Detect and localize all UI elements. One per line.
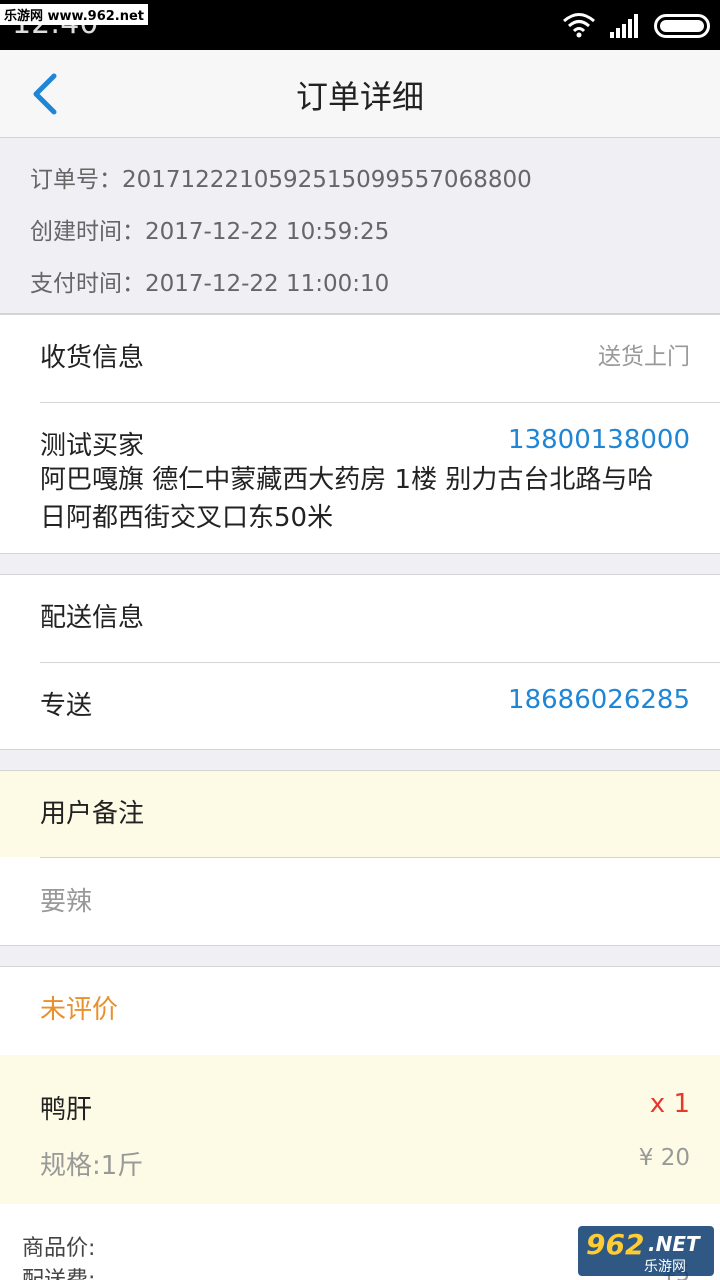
- goods-qty: x 1: [649, 1089, 690, 1119]
- goods-name: 鸭肝: [40, 1095, 93, 1125]
- review-status[interactable]: 未评价: [40, 989, 690, 1026]
- watermark-logo-text: 乐游网: [644, 1259, 686, 1275]
- goods-item: 鸭肝 x 1 规格:1斤 ¥ 20: [0, 1055, 720, 1205]
- divider: [40, 402, 720, 403]
- shipping-card: 收货信息 送货上门 测试买家 13800138000 阿巴嘎旗 德仁中蒙藏西大药…: [0, 314, 720, 554]
- page-title: 订单详细: [295, 78, 424, 116]
- delivery-title: 配送信息: [40, 603, 145, 633]
- remark-card: 用户备注 要辣: [0, 770, 720, 946]
- divider: [40, 662, 720, 663]
- battery-icon: [654, 14, 710, 38]
- goods-card: 未评价 鸭肝 x 1 规格:1斤 ¥ 20: [0, 966, 720, 1205]
- order-info-section: 订单号：20171222105925150995570688​00 创建时间：2…: [0, 138, 720, 314]
- watermark-text: 乐游网 www.962.net: [0, 4, 149, 25]
- divider: [40, 857, 720, 858]
- signal-icon: [610, 14, 638, 38]
- nav-bar: 订单详细: [0, 50, 720, 138]
- delivery-phone-link[interactable]: 18686026285: [508, 685, 690, 715]
- goods-spec: 规格:1斤: [40, 1151, 144, 1181]
- order-number: 订单号：20171222105925150995570688​00: [30, 167, 532, 193]
- delivery-card: 配送信息 专送 18686026285: [0, 574, 720, 750]
- shipping-method: 送货上门: [598, 344, 690, 370]
- goods-price-label: 商品价:: [22, 1236, 96, 1261]
- remark-title: 用户备注: [40, 799, 145, 829]
- status-bar: 12:40 乐游网 www.962.net: [0, 0, 720, 50]
- order-created-time: 创建时间：2017-12-22 10:59:25: [30, 219, 390, 245]
- delivery-fee-label: 配送费:: [22, 1262, 95, 1280]
- wifi-icon: [563, 13, 595, 38]
- buyer-phone-link[interactable]: 13800138000: [508, 425, 690, 455]
- order-paid-time: 支付时间：2017-12-22 11:00:10: [30, 271, 390, 297]
- goods-price: ¥ 20: [638, 1145, 690, 1171]
- remark-content: 要辣: [40, 887, 93, 917]
- watermark-logo-net: .NET: [648, 1232, 700, 1256]
- watermark-logo-number: 962: [586, 1228, 645, 1261]
- shipping-title: 收货信息: [40, 343, 145, 373]
- watermark-logo: 962 .NET 乐游网: [578, 1226, 714, 1276]
- buyer-address: 阿巴嘎旗 德仁中蒙藏西大药房 1楼 别力古台北路与哈日阿都西街交叉口东50米: [40, 465, 654, 533]
